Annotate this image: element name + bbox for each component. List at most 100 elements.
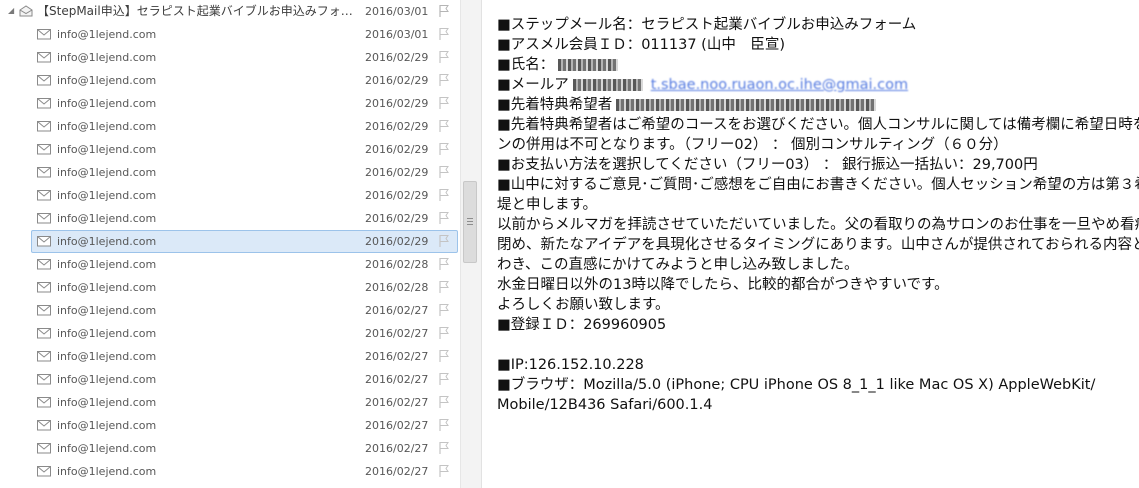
flag-icon[interactable] [437,395,451,409]
message-line-text: 堤と申します。 [497,197,598,213]
message-body-line: ■先着特典希望者 [497,95,877,115]
collapse-triangle-icon[interactable]: ◢ [8,7,14,15]
message-list[interactable]: ◢ 【StepMail申込】セラピスト起業バイブルお申込みフォ… 2016/03… [0,0,460,488]
message-line-text: ■先着特典希望者はご希望のコースをお選びください。個人コンサルに関しては備考欄に… [497,117,1139,133]
message-row[interactable]: info@1lejend.com 2016/02/27 [0,460,460,483]
message-sender: info@1lejend.com [57,235,157,248]
message-sender: info@1lejend.com [57,28,157,41]
message-sender: info@1lejend.com [57,465,157,478]
flag-icon[interactable] [437,27,451,41]
flag-icon[interactable] [437,96,451,110]
message-date: 2016/02/29 [365,51,429,64]
envelope-icon [37,305,51,316]
envelope-icon [37,282,51,293]
envelope-icon [37,236,51,247]
envelope-icon [37,374,51,385]
message-row[interactable]: info@1lejend.com 2016/02/29 [0,184,460,207]
message-body-line: ■先着特典希望者はご希望のコースをお選びください。個人コンサルに関しては備考欄に… [497,115,1139,135]
message-body-line: 閉め、新たなアイデアを具現化させるタイミングにあります。山中さんが提供されておら… [497,235,1139,255]
scrollbar-grip-line [467,221,473,222]
message-row[interactable]: info@1lejend.com 2016/02/27 [0,299,460,322]
message-row[interactable]: info@1lejend.com 2016/02/29 [0,138,460,161]
message-body-line: ■氏名： [497,55,619,75]
envelope-icon [37,328,51,339]
message-row-selected[interactable]: info@1lejend.com 2016/02/29 [0,230,460,253]
message-row[interactable]: info@1lejend.com 2016/02/27 [0,345,460,368]
mail-client-window: ◢ 【StepMail申込】セラピスト起業バイブルお申込みフォ… 2016/03… [0,0,1139,488]
redacted-text [558,59,619,71]
flag-icon[interactable] [437,441,451,455]
message-sender: info@1lejend.com [57,120,157,133]
message-row[interactable]: info@1lejend.com 2016/02/27 [0,483,460,488]
flag-icon[interactable] [437,73,451,87]
flag-icon[interactable] [437,188,451,202]
message-row[interactable]: info@1lejend.com 2016/02/27 [0,437,460,460]
message-body-line: 堤と申します。 [497,195,597,215]
envelope-icon [37,397,51,408]
envelope-icon [37,466,51,477]
message-line-text: よろしくお願い致します。 [497,297,670,313]
thread-header-row[interactable]: ◢ 【StepMail申込】セラピスト起業バイブルお申込みフォ… 2016/03… [0,0,460,23]
message-row[interactable]: info@1lejend.com 2016/02/27 [0,391,460,414]
message-line-text: ■IP:126.152.10.228 [497,357,644,373]
message-date: 2016/03/01 [365,28,429,41]
message-row[interactable]: info@1lejend.com 2016/02/29 [0,46,460,69]
message-sender: info@1lejend.com [57,281,157,294]
message-line-text: ■ステップメール名：セラピスト起業バイブルお申込みフォーム [497,17,917,33]
flag-icon[interactable] [437,464,451,478]
message-sender: info@1lejend.com [57,396,157,409]
flag-icon[interactable] [437,418,451,432]
message-line-text: ■お支払い方法を選択してください（フリー03） ： 銀行振込一括払い：29,70… [497,157,1038,173]
message-row[interactable]: info@1lejend.com 2016/02/27 [0,368,460,391]
message-row[interactable]: info@1lejend.com 2016/02/29 [0,207,460,230]
message-body-line: ■アスメル会員ＩＤ：011137 (山中 臣宣) [497,35,785,55]
message-line-text: ■登録ＩＤ：269960905 [497,317,667,333]
list-scrollbar-thumb[interactable] [463,181,477,263]
message-body-line: ■メールア t.sbae.noo.ruaon.oc.ihe@gmai.com [497,75,908,95]
flag-icon[interactable] [437,303,451,317]
flag-icon[interactable] [437,211,451,225]
message-body-line: ■IP:126.152.10.228 [497,355,644,375]
thread-subject: 【StepMail申込】セラピスト起業バイブルお申込みフォ… [37,4,353,18]
flag-icon[interactable] [437,280,451,294]
flag-icon[interactable] [437,119,451,133]
flag-icon[interactable] [437,50,451,64]
flag-icon[interactable] [437,165,451,179]
message-line-text: 水金日曜日以外の13時以降でしたら、比較的都合がつきやすいです。 [497,277,949,293]
envelope-icon [37,167,51,178]
message-row[interactable]: info@1lejend.com 2016/02/29 [0,69,460,92]
message-body-line: 以前からメルマガを拝読させていただいていました。父の看取りの為サロンのお仕事を一… [497,215,1139,235]
message-sender: info@1lejend.com [57,350,157,363]
flag-icon[interactable] [437,349,451,363]
flag-icon[interactable] [437,257,451,271]
flag-icon[interactable] [437,4,451,18]
message-line-text: ■山中に対するご意見･ご質問･ご感想をご自由にお書きください。個人セッション希望… [497,177,1139,193]
envelope-icon [37,52,51,63]
message-date: 2016/02/29 [365,212,429,225]
message-row[interactable]: info@1lejend.com 2016/02/27 [0,414,460,437]
message-body-line: わき、この直感にかけてみようと申し込み致しました。 [497,255,858,275]
message-body-line: ■山中に対するご意見･ご質問･ご感想をご自由にお書きください。個人セッション希望… [497,175,1139,195]
message-date: 2016/02/27 [365,327,429,340]
envelope-icon [37,98,51,109]
message-body-line: ■登録ＩＤ：269960905 [497,315,666,335]
message-sender: info@1lejend.com [57,327,157,340]
message-row[interactable]: info@1lejend.com 2016/02/27 [0,322,460,345]
message-sender: info@1lejend.com [57,304,157,317]
message-row[interactable]: info@1lejend.com 2016/02/29 [0,115,460,138]
flag-icon[interactable] [437,142,451,156]
message-row[interactable]: info@1lejend.com 2016/02/28 [0,276,460,299]
flag-icon[interactable] [437,234,451,248]
message-row[interactable]: info@1lejend.com 2016/02/29 [0,161,460,184]
message-row[interactable]: info@1lejend.com 2016/02/29 [0,92,460,115]
message-row[interactable]: info@1lejend.com 2016/03/01 [0,23,460,46]
flag-icon[interactable] [437,326,451,340]
message-sender: info@1lejend.com [57,212,157,225]
reading-pane: ■ステップメール名：セラピスト起業バイブルお申込みフォーム ■アスメル会員ＩＤ：0… [482,0,1139,488]
message-row[interactable]: info@1lejend.com 2016/02/28 [0,253,460,276]
email-link[interactable]: t.sbae.noo.ruaon.oc.ihe@gmai.com [651,77,908,93]
envelope-icon [37,259,51,270]
message-body-line: ■ステップメール名：セラピスト起業バイブルお申込みフォーム [497,15,916,35]
flag-icon[interactable] [437,372,451,386]
message-line-text: ンの併用は不可となります。（フリー02） ： 個別コンサルティング（６０分） [497,137,1008,153]
